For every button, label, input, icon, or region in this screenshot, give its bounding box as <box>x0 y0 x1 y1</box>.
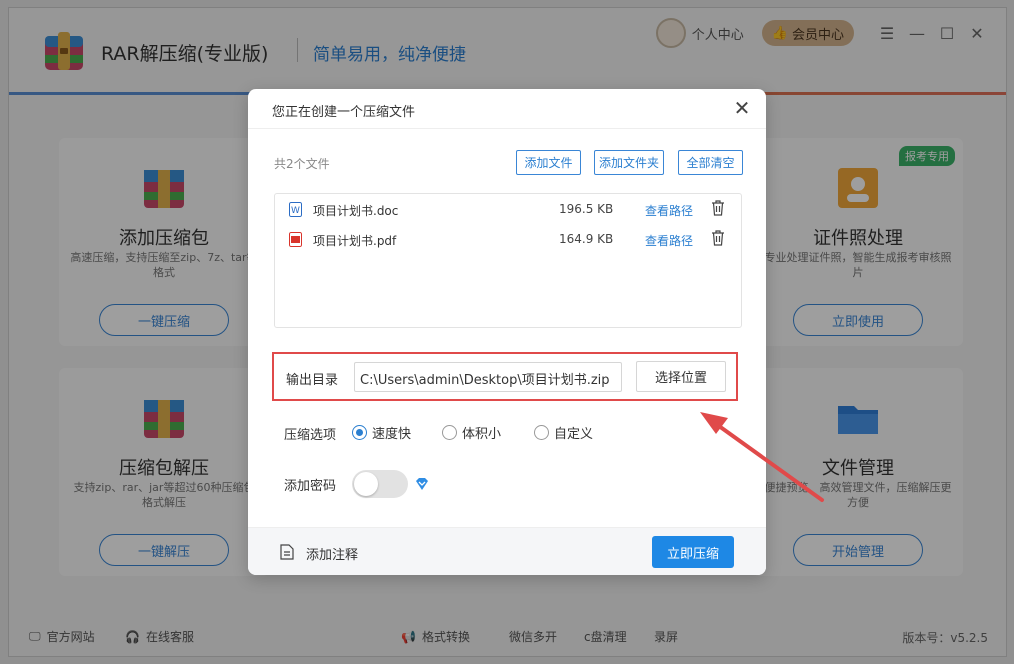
option-label: 体积小 <box>462 427 502 442</box>
pdf-file-icon <box>289 232 302 247</box>
close-icon[interactable]: ✕ <box>730 97 754 121</box>
option-label: 速度快 <box>372 427 412 442</box>
dialog-header: 您正在创建一个压缩文件 ✕ <box>248 89 766 129</box>
password-label: 添加密码 <box>284 479 337 494</box>
create-archive-dialog: 您正在创建一个压缩文件 ✕ 共2个文件 添加文件 添加文件夹 全部清空 W 项目… <box>248 89 766 575</box>
output-directory-highlight: 输出目录 C:\Users\admin\Desktop\项目计划书.zip 选择… <box>272 352 738 401</box>
trash-icon[interactable] <box>711 230 725 246</box>
file-count: 共2个文件 <box>274 157 330 171</box>
radio-selected-icon <box>352 425 367 440</box>
add-note-link[interactable]: 添加注释 <box>306 544 358 563</box>
list-item[interactable]: 项目计划书.pdf 164.9 KB 查看路径 <box>275 226 741 252</box>
svg-text:W: W <box>291 206 300 216</box>
dialog-footer: 添加注释 立即压缩 <box>248 527 766 575</box>
view-path-link[interactable]: 查看路径 <box>645 232 693 249</box>
trash-icon[interactable] <box>711 200 725 216</box>
dialog-title: 您正在创建一个压缩文件 <box>272 105 416 120</box>
add-file-button[interactable]: 添加文件 <box>516 150 581 175</box>
compress-now-button[interactable]: 立即压缩 <box>652 536 734 568</box>
view-path-link[interactable]: 查看路径 <box>645 202 693 219</box>
option-fast-radio[interactable]: 速度快 <box>352 423 411 442</box>
option-label: 自定义 <box>554 427 594 442</box>
vip-diamond-icon <box>416 478 428 490</box>
radio-empty-icon <box>534 425 549 440</box>
password-toggle[interactable] <box>352 470 408 498</box>
option-small-radio[interactable]: 体积小 <box>442 423 501 442</box>
toggle-knob <box>354 472 378 496</box>
file-name: 项目计划书.pdf <box>313 234 397 248</box>
file-size: 196.5 KB <box>559 202 614 216</box>
list-item[interactable]: W 项目计划书.doc 196.5 KB 查看路径 <box>275 196 741 222</box>
word-file-icon: W <box>289 202 302 217</box>
option-custom-radio[interactable]: 自定义 <box>534 423 593 442</box>
file-list: W 项目计划书.doc 196.5 KB 查看路径 项目计划书.pdf 164.… <box>274 193 742 328</box>
choose-location-button[interactable]: 选择位置 <box>636 361 726 392</box>
note-icon <box>280 544 294 560</box>
file-name: 项目计划书.doc <box>313 204 399 218</box>
output-dir-label: 输出目录 <box>286 373 339 388</box>
compress-options-label: 压缩选项 <box>284 428 337 443</box>
clear-all-button[interactable]: 全部清空 <box>678 150 743 175</box>
file-size: 164.9 KB <box>559 232 614 246</box>
output-path-input[interactable]: C:\Users\admin\Desktop\项目计划书.zip <box>354 362 622 392</box>
add-folder-button[interactable]: 添加文件夹 <box>594 150 664 175</box>
radio-empty-icon <box>442 425 457 440</box>
